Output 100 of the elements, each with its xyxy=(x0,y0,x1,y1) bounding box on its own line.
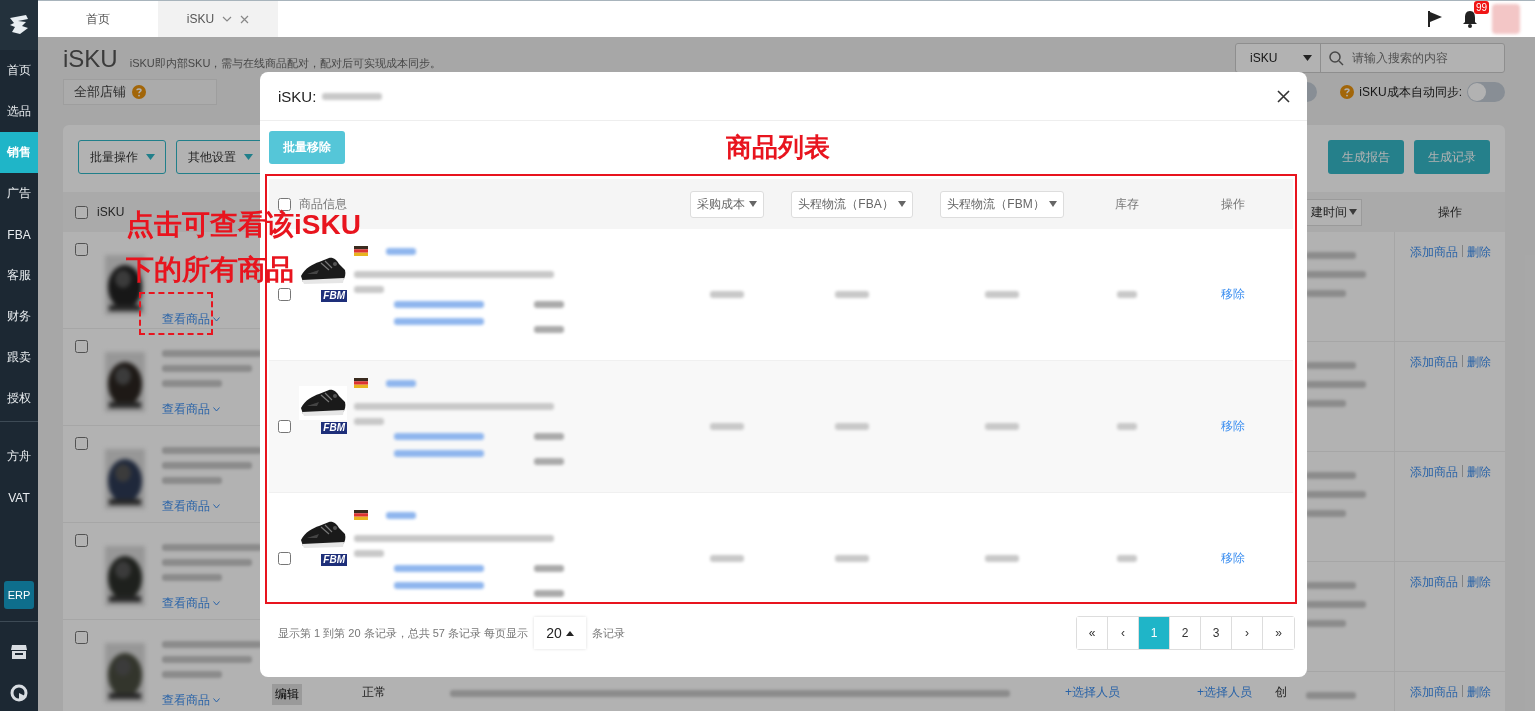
blurred-text xyxy=(710,555,744,562)
blurred-text xyxy=(534,433,564,440)
blurred-text xyxy=(534,301,564,308)
blurred-text xyxy=(1306,601,1366,608)
caret-icon xyxy=(749,201,757,207)
checkbox[interactable] xyxy=(75,631,88,644)
refresh-icon[interactable] xyxy=(10,684,28,702)
store-icon[interactable] xyxy=(10,644,28,660)
chevron-down-icon xyxy=(213,698,220,703)
blurred-text xyxy=(1306,491,1366,498)
toggle-switch[interactable] xyxy=(1467,82,1505,102)
page-description: iSKU即内部SKU，需与在线商品配对，配对后可实现成本同步。 xyxy=(129,56,442,71)
blurred-text xyxy=(985,291,1019,298)
remove-link[interactable]: 移除 xyxy=(1220,286,1245,303)
modal-title: iSKU: xyxy=(278,87,317,105)
chevron-down-icon xyxy=(213,317,220,322)
blurred-text xyxy=(1117,423,1137,430)
blurred-text xyxy=(835,291,869,298)
blurred-text xyxy=(835,423,869,430)
remove-link[interactable]: 移除 xyxy=(1220,550,1245,567)
blurred-text xyxy=(534,326,564,333)
help-icon[interactable] xyxy=(1340,85,1355,99)
fbm-badge: FBM xyxy=(321,290,347,302)
blurred-text xyxy=(1306,381,1366,388)
checkbox[interactable] xyxy=(277,197,291,211)
blurred-text xyxy=(1306,510,1346,517)
close-icon[interactable] xyxy=(1277,89,1290,103)
blurred-text xyxy=(1306,620,1346,627)
blurred-text xyxy=(1117,555,1137,562)
store-filter[interactable]: 全部店铺 xyxy=(63,79,217,105)
caret-icon xyxy=(145,154,155,160)
blurred-text xyxy=(162,477,222,484)
blurred-text xyxy=(162,671,222,678)
blurred-text xyxy=(1306,290,1346,297)
sidebar-item[interactable]: 首页 xyxy=(0,50,38,91)
records-summary: 显示第 1 到第 20 条记录，总共 57 条记录 每页显示 xyxy=(278,625,528,641)
blurred-text xyxy=(985,555,1019,562)
sidebar-item[interactable]: 方舟 xyxy=(0,436,38,477)
records-label: 条记录 xyxy=(592,625,625,641)
blurred-text xyxy=(386,248,416,255)
bell-icon[interactable] xyxy=(1462,10,1478,28)
sidebar-item[interactable]: 广告 xyxy=(0,173,38,214)
blurred-text xyxy=(534,565,564,572)
edit-button[interactable]: 编辑 xyxy=(272,684,302,705)
tab[interactable]: iSKU xyxy=(158,1,278,37)
blurred-text xyxy=(985,423,1019,430)
help-icon[interactable] xyxy=(132,85,146,99)
flag-icon[interactable] xyxy=(1428,11,1442,27)
blurred-text xyxy=(1117,291,1137,298)
sort-dropdown[interactable]: 头程物流（FBM） xyxy=(940,190,1064,218)
flag-icon xyxy=(354,378,368,388)
blurred-text xyxy=(386,380,416,387)
blurred-text xyxy=(162,380,222,387)
flag-icon xyxy=(354,246,368,256)
tab[interactable]: 首页 xyxy=(38,1,158,37)
blurred-text xyxy=(1306,400,1346,407)
annotation-text: 商品列表 xyxy=(726,131,830,164)
blurred-text xyxy=(1306,472,1356,479)
page-title: iSKU xyxy=(63,45,118,73)
checkbox[interactable] xyxy=(75,534,88,547)
chevron-down-icon[interactable] xyxy=(222,16,233,22)
remove-link[interactable]: 移除 xyxy=(1220,418,1245,435)
caret-icon xyxy=(565,630,574,636)
sidebar-item[interactable]: FBA xyxy=(0,214,38,255)
checkbox[interactable] xyxy=(277,552,291,565)
caret-icon xyxy=(1048,201,1057,207)
sidebar-item[interactable]: 客服 xyxy=(0,255,38,296)
page-size-select[interactable]: 20 xyxy=(534,617,586,649)
sidebar-item[interactable]: 授权 xyxy=(0,378,38,419)
blurred-text xyxy=(322,92,383,100)
sort-dropdown[interactable]: 建时间 xyxy=(1306,198,1362,226)
dropdown-button[interactable]: 批量操作 xyxy=(78,140,166,174)
column-header: 库存 xyxy=(1115,195,1139,213)
sort-dropdown[interactable]: 头程物流（FBA） xyxy=(791,190,913,218)
checkbox[interactable] xyxy=(75,437,88,450)
sort-dropdown[interactable]: 采购成本 xyxy=(690,190,764,218)
sidebar-item[interactable]: 财务 xyxy=(0,296,38,337)
first-page-button[interactable]: « xyxy=(1077,617,1108,649)
blurred-text xyxy=(1306,252,1356,259)
chevron-down-icon xyxy=(213,601,220,606)
erp-badge[interactable]: ERP xyxy=(4,581,34,609)
blurred-text xyxy=(534,458,564,465)
sidebar-item[interactable]: 选品 xyxy=(0,91,38,132)
blurred-text xyxy=(354,550,384,557)
fbm-badge: FBM xyxy=(321,422,347,434)
checkbox[interactable] xyxy=(277,420,291,433)
caret-icon xyxy=(897,201,906,207)
caret-icon xyxy=(1349,209,1357,215)
caret-icon xyxy=(243,154,253,160)
checkbox[interactable] xyxy=(75,243,88,256)
search-bar[interactable]: iSKU 请输入搜索的内容 xyxy=(1235,43,1505,73)
sidebar-item[interactable]: VAT xyxy=(0,477,38,518)
blurred-text xyxy=(354,286,384,293)
search-input[interactable]: 请输入搜索的内容 xyxy=(1350,50,1504,66)
checkbox[interactable] xyxy=(75,340,88,353)
column-header: iSKU xyxy=(97,205,125,219)
checkbox[interactable] xyxy=(75,205,88,219)
sidebar-item[interactable]: 跟卖 xyxy=(0,337,38,378)
flag-icon xyxy=(354,510,368,520)
checkbox[interactable] xyxy=(277,288,291,301)
